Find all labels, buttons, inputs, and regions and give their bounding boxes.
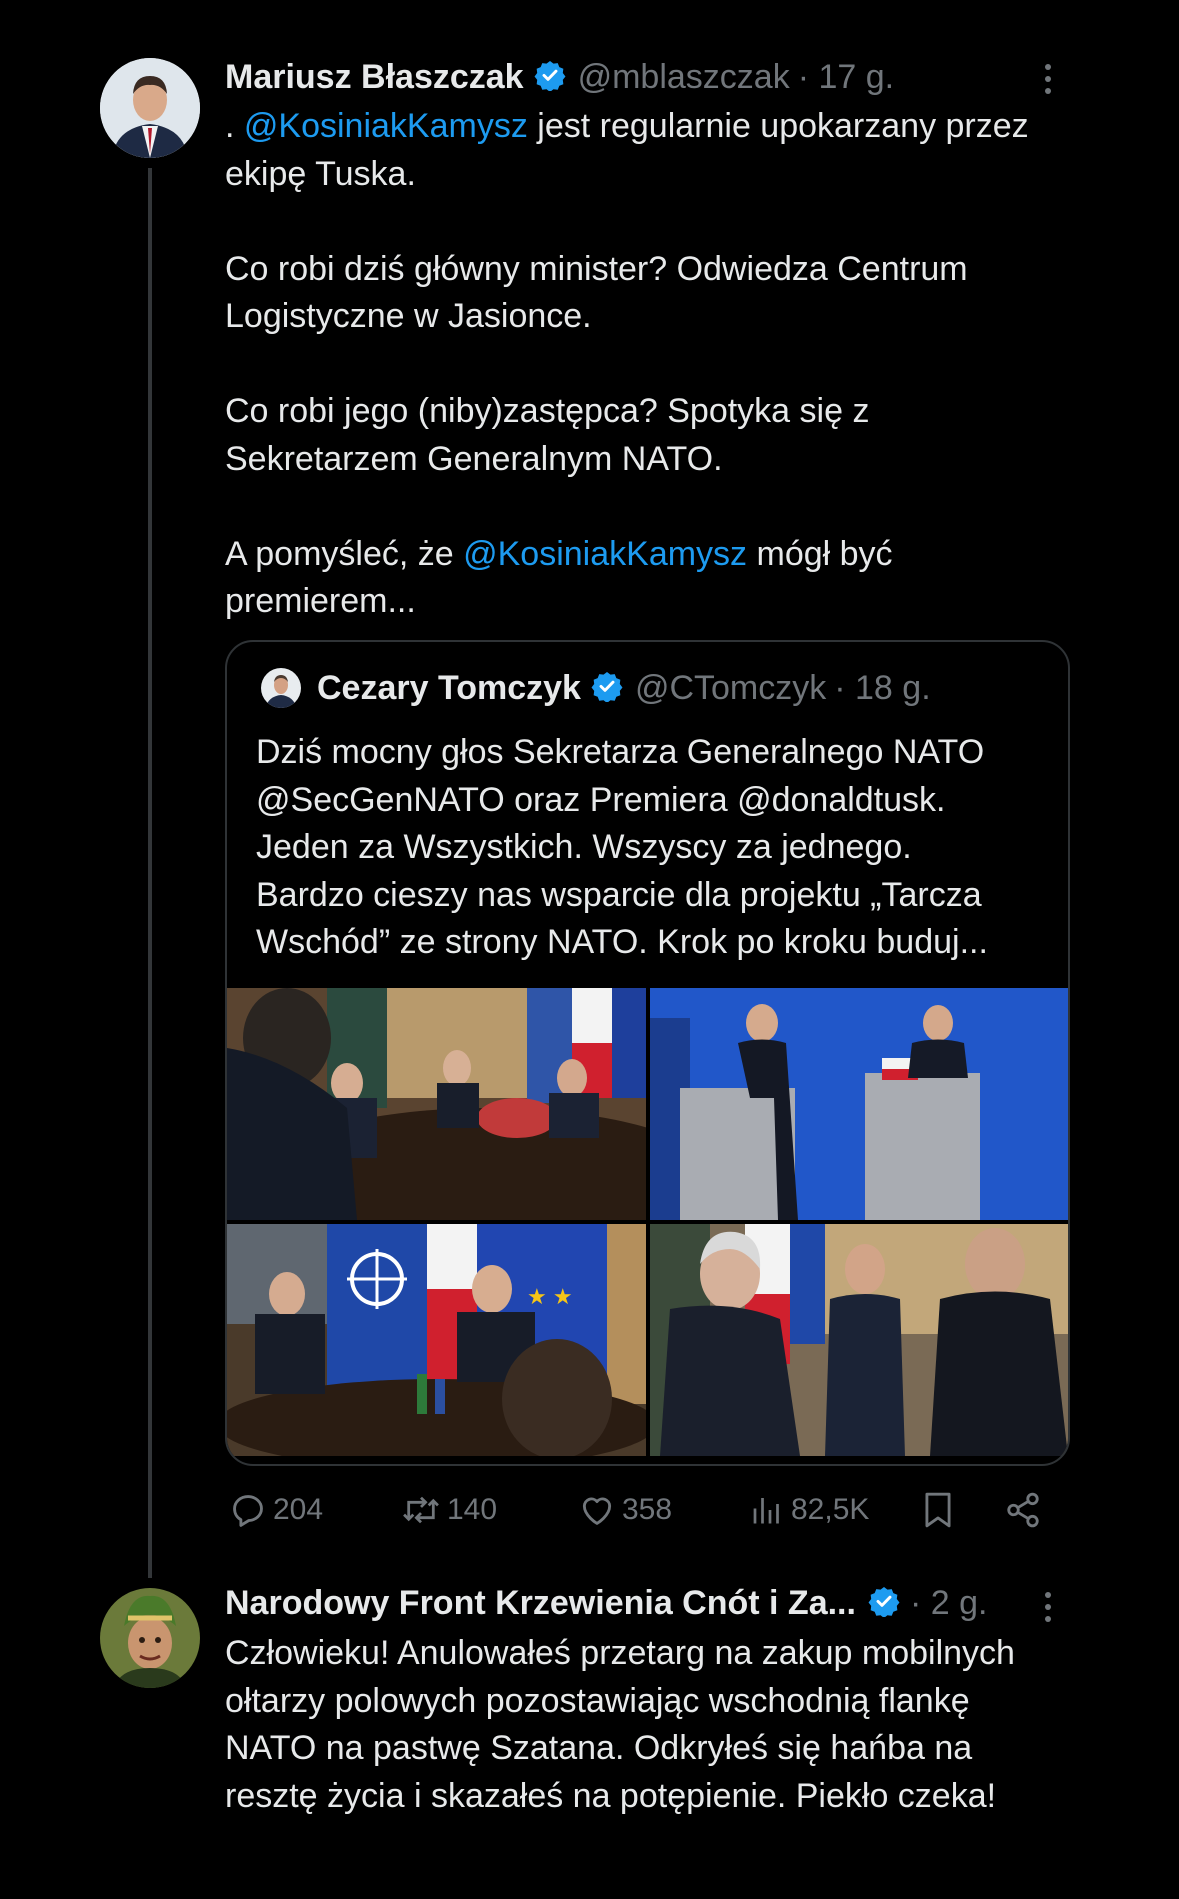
bookmark-button[interactable]	[921, 1491, 955, 1529]
bookmark-icon	[925, 1492, 951, 1528]
share-button[interactable]	[1004, 1491, 1042, 1529]
share-icon	[1007, 1492, 1039, 1528]
timestamp[interactable]: · 17 g.	[798, 58, 894, 97]
repost-button[interactable]: 140	[401, 1491, 497, 1529]
verified-badge-icon	[534, 59, 566, 96]
quote-photo[interactable]	[650, 1224, 1068, 1456]
more-options-icon[interactable]	[1038, 1590, 1058, 1624]
reply-timestamp[interactable]: · 2 g.	[910, 1584, 987, 1623]
quote-photo[interactable]: ★ ★	[227, 1224, 646, 1456]
quote-timestamp: · 18 g.	[834, 668, 931, 707]
svg-text:★ ★: ★ ★	[527, 1284, 573, 1309]
reply-button[interactable]: 204	[229, 1491, 323, 1529]
like-button[interactable]: 358	[578, 1491, 672, 1529]
repost-count: 140	[447, 1493, 498, 1526]
verified-badge-icon	[591, 670, 623, 707]
quote-photo[interactable]	[650, 988, 1068, 1220]
author-handle[interactable]: @mblaszczak	[578, 58, 790, 97]
heart-icon	[582, 1497, 612, 1525]
thread-line	[148, 168, 152, 1578]
tweet-text: . @KosiniakKamysz jest regularnie upokar…	[225, 107, 1029, 620]
author-name[interactable]: Mariusz Błaszczak	[225, 58, 524, 97]
quote-author-name: Cezary Tomczyk	[317, 668, 581, 707]
quote-photo[interactable]	[227, 988, 646, 1220]
more-options-icon[interactable]	[1038, 62, 1058, 96]
reply-avatar[interactable]	[100, 1588, 200, 1688]
reply-count: 204	[273, 1493, 324, 1526]
quoted-tweet[interactable]: Cezary Tomczyk @CTomczyk · 18 g. Dziś mo…	[225, 640, 1070, 1466]
views-button[interactable]: 82,5K	[749, 1491, 869, 1529]
repost-icon	[403, 1496, 439, 1524]
quote-author-handle: @CTomczyk	[634, 668, 827, 707]
reply-text: Człowieku! Anulowałeś przetarg na zakup …	[225, 1634, 1015, 1815]
quote-text: Dziś mocny głos Sekretarza Generalnego N…	[256, 733, 988, 961]
quote-avatar	[261, 668, 301, 708]
views-chart-icon	[753, 1498, 779, 1524]
like-count: 358	[622, 1493, 673, 1526]
mention-link[interactable]: @KosiniakKamysz	[463, 535, 747, 573]
views-count: 82,5K	[791, 1493, 870, 1526]
reply-author-name[interactable]: Narodowy Front Krzewienia Cnót i Za...	[225, 1584, 856, 1623]
mention-link[interactable]: @KosiniakKamysz	[244, 107, 528, 145]
reply-icon	[233, 1495, 263, 1527]
verified-badge-icon	[868, 1585, 900, 1622]
avatar[interactable]	[100, 58, 200, 158]
